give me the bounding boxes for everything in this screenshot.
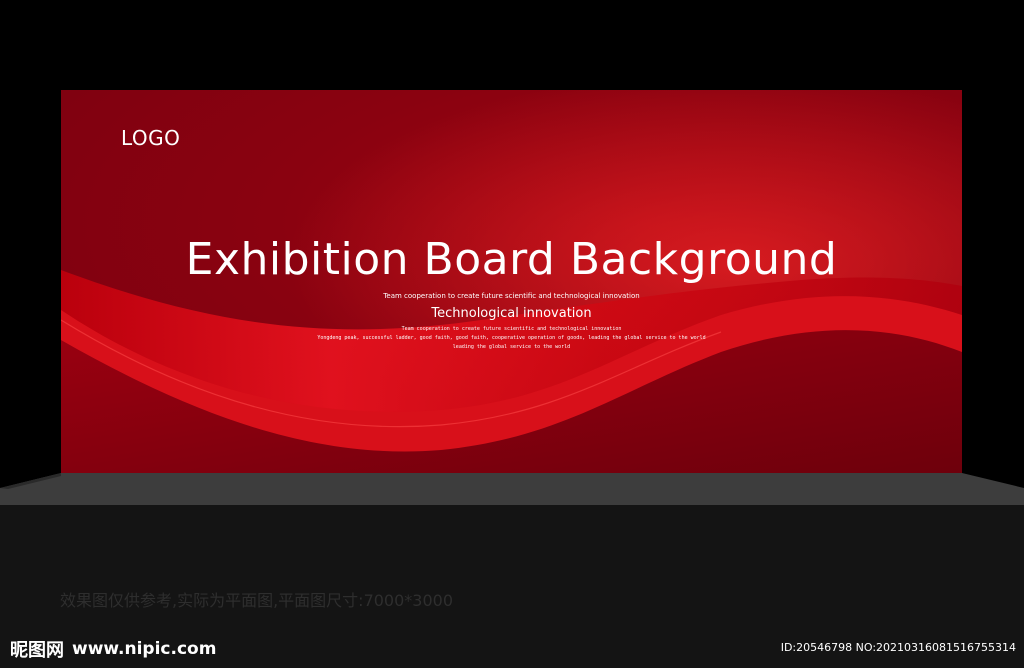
exhibition-board: LOGO Exhibition Board Background Team co… — [61, 90, 962, 473]
nipic-brand-url: www.nipic.com — [72, 639, 217, 659]
board-subtitle: Technological innovation — [431, 306, 592, 321]
image-id-text: ID:20546798 NO:20210316081516755314 — [780, 641, 1016, 654]
nipic-brand-cn: 昵图网 — [10, 640, 64, 661]
nipic-watermark: 昵图网 www.nipic.com — [10, 636, 216, 662]
board-title: Exhibition Board Background — [185, 234, 838, 285]
board-line-2: Yongdeng peak, successful ladder, good f… — [317, 335, 706, 341]
reference-caption: 效果图仅供参考,实际为平面图,平面图尺寸:7000*3000 — [60, 591, 454, 610]
stage-platform-edge — [0, 472, 1024, 506]
board-line-1: Team cooperation to create future scient… — [401, 326, 622, 332]
logo-text: LOGO — [121, 126, 181, 150]
board-subtitle-small: Team cooperation to create future scient… — [383, 292, 640, 300]
board-line-3: leading the global service to the world — [452, 344, 571, 350]
scene: LOGO Exhibition Board Background Team co… — [0, 0, 1024, 668]
